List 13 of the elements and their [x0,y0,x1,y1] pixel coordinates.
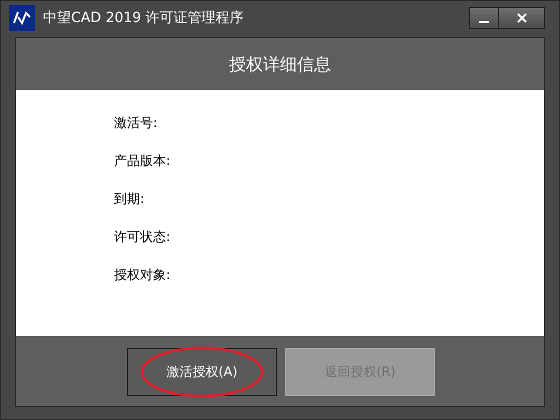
close-icon [516,12,528,24]
field-label: 到期: [114,191,146,209]
field-label: 产品版本: [114,153,172,171]
minimize-icon [479,21,489,23]
minimize-button[interactable] [469,7,499,29]
action-button[interactable]: 激活授权(A) [127,348,277,396]
field-label: 授权对象: [114,267,172,285]
field-label: 激活号: [114,115,158,133]
close-button[interactable] [499,7,545,29]
section-heading: 授权详细信息 [229,54,331,76]
window-title: 中望CAD 2019 许可证管理程序 [43,9,245,27]
field-label: 许可状态: [114,229,172,247]
app-logo-icon [9,5,35,31]
